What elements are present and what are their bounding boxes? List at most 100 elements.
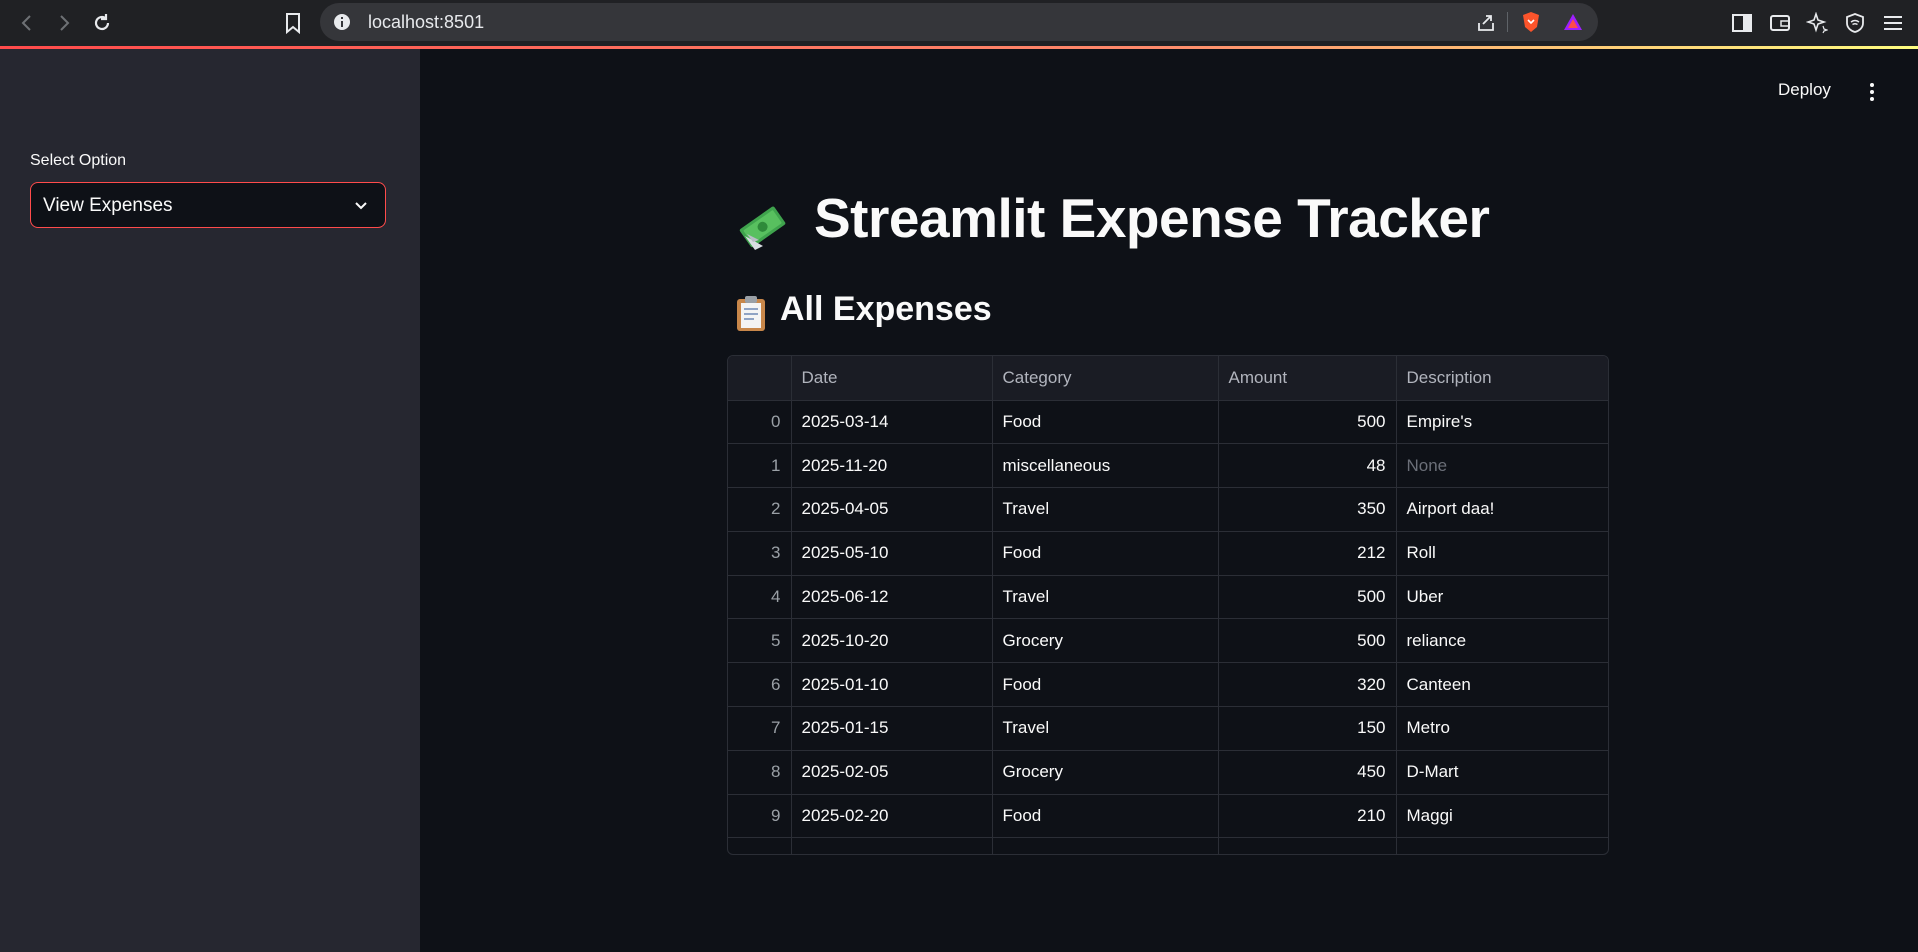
row-index-cell[interactable]: 9 <box>728 794 792 839</box>
column-header-category[interactable]: Category <box>992 356 1219 401</box>
table-header-row: Date Category Amount Description <box>728 356 1608 401</box>
table-row[interactable]: 9 2025-02-20 Food 210 Maggi <box>728 794 1608 839</box>
category-cell[interactable]: Travel <box>992 706 1219 751</box>
date-cell[interactable]: 2025-11-20 <box>791 443 993 489</box>
category-cell[interactable]: Food <box>992 400 1219 445</box>
row-index-cell[interactable]: 6 <box>728 662 792 708</box>
table-row[interactable]: 0 2025-03-14 Food 500 Empire's <box>728 400 1608 445</box>
category-cell[interactable]: Travel <box>992 575 1219 620</box>
reload-icon[interactable] <box>87 8 117 38</box>
row-index-cell[interactable]: 0 <box>728 400 792 445</box>
address-bar[interactable]: localhost:8501 <box>320 3 1598 41</box>
row-index-cell[interactable]: 3 <box>728 531 792 576</box>
row-index-cell[interactable]: 4 <box>728 575 792 620</box>
amount-cell[interactable]: 350 <box>1218 487 1397 532</box>
wallet-icon[interactable] <box>1767 10 1793 36</box>
description-cell[interactable]: Uber <box>1396 575 1608 620</box>
amount-cell[interactable]: 500 <box>1218 400 1397 445</box>
share-icon[interactable] <box>1475 11 1497 33</box>
sidebar-toggle-icon[interactable] <box>1729 10 1755 36</box>
amount-cell[interactable]: 500 <box>1218 618 1397 664</box>
description-cell[interactable]: None <box>1396 443 1608 489</box>
site-info-icon[interactable] <box>332 12 352 32</box>
table-row[interactable]: 3 2025-05-10 Food 212 Roll <box>728 531 1608 576</box>
leo-ai-icon[interactable] <box>1804 10 1830 36</box>
category-cell[interactable]: Food <box>992 794 1219 839</box>
table-row[interactable]: 1 2025-11-20 miscellaneous 48 None <box>728 443 1608 489</box>
select-option-dropdown[interactable]: View Expenses <box>30 182 386 228</box>
section-subheader: All Expenses <box>780 290 992 328</box>
description-cell[interactable]: reliance <box>1396 618 1608 664</box>
amount-cell[interactable]: 48 <box>1218 443 1397 489</box>
table-row[interactable]: 8 2025-02-05 Grocery 450 D-Mart <box>728 750 1608 795</box>
amount-cell[interactable]: 212 <box>1218 531 1397 576</box>
row-index-cell[interactable]: 1 <box>728 443 792 489</box>
vpn-shield-icon[interactable] <box>1842 10 1868 36</box>
date-cell[interactable]: 2025-03-14 <box>791 400 993 445</box>
page-title-text: Streamlit Expense Tracker <box>814 187 1490 249</box>
deploy-button[interactable]: Deploy <box>1778 80 1831 100</box>
expenses-dataframe[interactable]: Date Category Amount Description 0 2025-0… <box>727 355 1609 855</box>
amount-cell[interactable]: 450 <box>1218 750 1397 795</box>
table-row[interactable]: 6 2025-01-10 Food 320 Canteen <box>728 662 1608 708</box>
main-menu-icon[interactable] <box>1862 80 1882 104</box>
table-cell-empty <box>1218 837 1397 854</box>
description-cell[interactable]: Canteen <box>1396 662 1608 708</box>
column-header-index[interactable] <box>728 356 792 401</box>
category-cell[interactable]: Travel <box>992 487 1219 532</box>
description-cell[interactable]: Empire's <box>1396 400 1608 445</box>
date-cell[interactable]: 2025-01-10 <box>791 662 993 708</box>
row-index-cell[interactable]: 5 <box>728 618 792 664</box>
category-cell[interactable]: Food <box>992 662 1219 708</box>
description-cell[interactable]: Metro <box>1396 706 1608 751</box>
table-row[interactable]: 5 2025-10-20 Grocery 500 reliance <box>728 618 1608 664</box>
select-option-value: View Expenses <box>43 195 173 216</box>
table-row[interactable]: 2 2025-04-05 Travel 350 Airport daa! <box>728 487 1608 532</box>
clipboard-icon <box>733 294 769 332</box>
brave-shields-icon[interactable] <box>1520 11 1542 33</box>
amount-cell[interactable]: 320 <box>1218 662 1397 708</box>
sidebar: Select Option View Expenses <box>0 49 420 952</box>
table-row[interactable]: 7 2025-01-15 Travel 150 Metro <box>728 706 1608 751</box>
description-cell[interactable]: Airport daa! <box>1396 487 1608 532</box>
column-header-date[interactable]: Date <box>791 356 993 401</box>
category-cell[interactable]: Grocery <box>992 750 1219 795</box>
select-option-label: Select Option <box>30 152 127 169</box>
amount-cell[interactable]: 210 <box>1218 794 1397 839</box>
column-header-description[interactable]: Description <box>1396 356 1608 401</box>
table-row[interactable]: 4 2025-06-12 Travel 500 Uber <box>728 575 1608 620</box>
date-cell[interactable]: 2025-04-05 <box>791 487 993 532</box>
description-cell[interactable]: D-Mart <box>1396 750 1608 795</box>
chevron-down-icon <box>353 198 369 214</box>
row-index-cell[interactable]: 8 <box>728 750 792 795</box>
forward-icon[interactable] <box>49 8 79 38</box>
description-cell[interactable]: Maggi <box>1396 794 1608 839</box>
page-title: Streamlit Expense Tracker <box>732 186 1490 250</box>
date-cell[interactable]: 2025-05-10 <box>791 531 993 576</box>
table-cell-empty <box>728 837 792 854</box>
menu-icon[interactable] <box>1880 10 1906 36</box>
back-icon[interactable] <box>12 8 42 38</box>
date-cell[interactable]: 2025-02-20 <box>791 794 993 839</box>
category-cell[interactable]: Food <box>992 531 1219 576</box>
date-cell[interactable]: 2025-06-12 <box>791 575 993 620</box>
table-cell-empty <box>1396 837 1608 854</box>
divider <box>1507 12 1508 32</box>
url-text[interactable]: localhost:8501 <box>368 12 484 33</box>
date-cell[interactable]: 2025-10-20 <box>791 618 993 664</box>
amount-cell[interactable]: 150 <box>1218 706 1397 751</box>
row-index-cell[interactable]: 7 <box>728 706 792 751</box>
row-index-cell[interactable]: 2 <box>728 487 792 532</box>
brave-rewards-icon[interactable] <box>1562 11 1584 33</box>
category-cell[interactable]: Grocery <box>992 618 1219 664</box>
column-header-amount[interactable]: Amount <box>1218 356 1397 401</box>
category-cell[interactable]: miscellaneous <box>992 443 1219 489</box>
amount-cell[interactable]: 500 <box>1218 575 1397 620</box>
table-cell-empty <box>992 837 1219 854</box>
table-cell-empty <box>791 837 993 854</box>
bookmark-icon[interactable] <box>278 8 308 38</box>
date-cell[interactable]: 2025-02-05 <box>791 750 993 795</box>
date-cell[interactable]: 2025-01-15 <box>791 706 993 751</box>
table-row-partial <box>728 837 1608 854</box>
description-cell[interactable]: Roll <box>1396 531 1608 576</box>
